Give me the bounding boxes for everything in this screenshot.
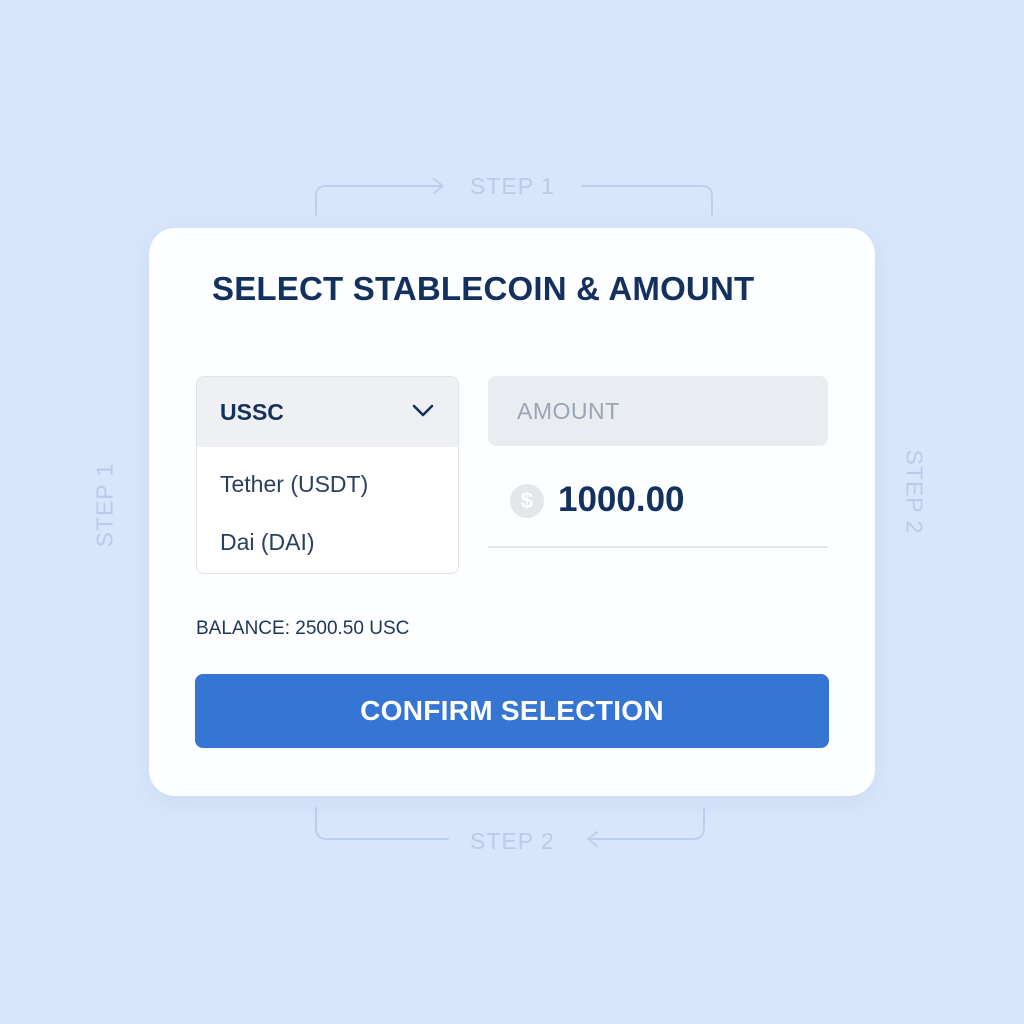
stablecoin-select[interactable]: USSC [197,377,458,447]
confirm-selection-button[interactable]: CONFIRM SELECTION [195,674,829,748]
step-label-top: STEP 1 [470,173,555,199]
balance-text: BALANCE: 2500.50 USC [196,618,410,639]
chevron-down-icon[interactable] [410,401,436,421]
step-label-bottom: STEP 2 [470,828,555,854]
selected-stablecoin: USSC [220,399,284,425]
amount-value[interactable]: 1000.00 [558,480,685,520]
amount-underline [488,546,828,548]
selection-card: SELECT STABLECOIN & AMOUNT USSC Tether (… [149,228,875,796]
dollar-coin-icon: $ [510,484,544,518]
dropdown-option-dai[interactable]: Dai (DAI) [220,529,315,556]
step-label-right: STEP 2 [901,449,928,535]
dropdown-option-usdt[interactable]: Tether (USDT) [220,471,368,498]
step-label-left: STEP 1 [91,462,118,548]
stablecoin-dropdown[interactable]: USSC Tether (USDT) Dai (DAI) [196,376,459,574]
card-title: SELECT STABLECOIN & AMOUNT [212,270,755,307]
amount-placeholder: AMOUNT [517,398,620,424]
amount-input[interactable]: AMOUNT [488,376,828,446]
